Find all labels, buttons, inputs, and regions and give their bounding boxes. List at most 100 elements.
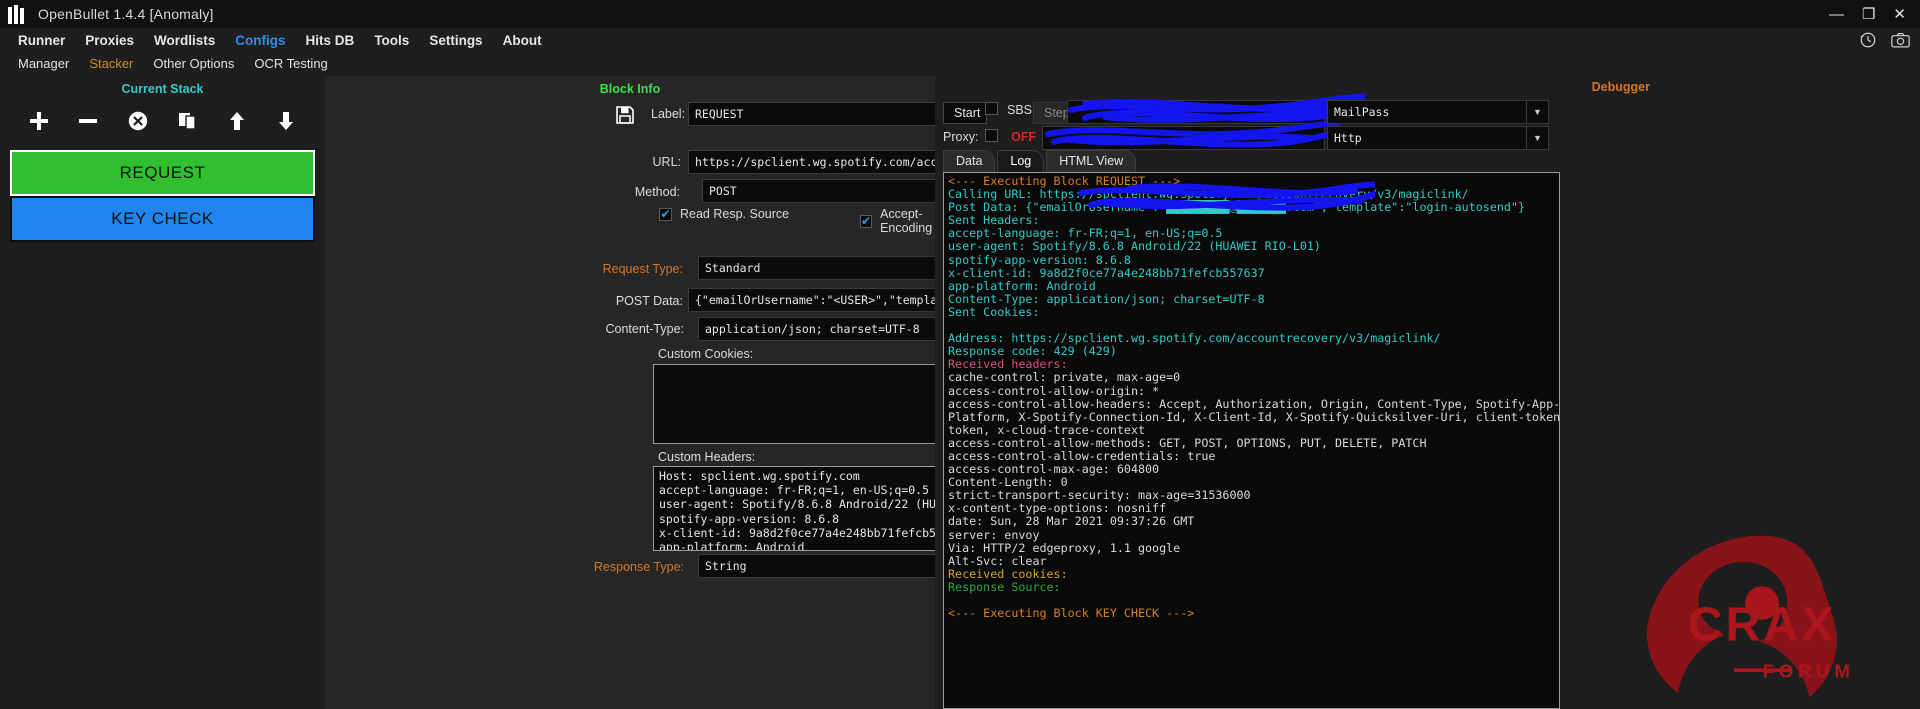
tab-data[interactable]: Data (943, 150, 995, 172)
window-controls: — ❐ ✕ (1829, 0, 1914, 28)
chevron-down-icon[interactable]: ▼ (1526, 127, 1548, 149)
menu-item-wordlists[interactable]: Wordlists (144, 33, 225, 48)
menu-item-runner[interactable]: Runner (8, 33, 75, 48)
log-line: Post Data: {"emailOrUsername":"█████████… (948, 201, 1555, 214)
log-line: Response Source: (948, 581, 1555, 594)
data-input[interactable] (1067, 100, 1325, 124)
menu-item-about[interactable]: About (493, 33, 552, 48)
proxy-type-value: Http (1328, 127, 1548, 149)
sbs-label: SBS (1007, 103, 1032, 117)
stack-block-label: KEY CHECK (111, 209, 213, 229)
tab-log[interactable]: Log (997, 150, 1044, 172)
log-line: Platform, X-Spotify-Connection-Id, X-Cli… (948, 411, 1555, 424)
read-resp-source-checkbox[interactable]: Read Resp. Source (659, 207, 789, 221)
content-type-caption: Content-Type: (592, 322, 684, 336)
stack-block-key-check[interactable]: KEY CHECK (10, 196, 315, 242)
log-line: access-control-allow-origin: * (948, 385, 1555, 398)
block-info-panel: Block Info Label: REQUEST URL: https://s… (325, 76, 935, 709)
app-logo-icon (8, 5, 24, 24)
log-line: Received cookies: (948, 568, 1555, 581)
move-up-button[interactable] (224, 108, 250, 134)
tab-html-view[interactable]: HTML View (1046, 150, 1136, 172)
tab-other-options[interactable]: Other Options (143, 56, 244, 71)
log-line: x-client-id: 9a8d2f0ce77a4e248bb71fefcb5… (948, 267, 1555, 280)
log-line: cache-control: private, max-age=0 (948, 371, 1555, 384)
block-info-header: Block Info (325, 82, 935, 96)
current-stack-panel: Current Stack REQUEST (0, 76, 325, 709)
response-type-caption: Response Type: (592, 560, 684, 574)
menu-item-hits-db[interactable]: Hits DB (296, 33, 365, 48)
proxy-input[interactable] (1042, 126, 1325, 150)
log-line: server: envoy (948, 529, 1555, 542)
main-menu: Runner Proxies Wordlists Configs Hits DB… (0, 28, 1920, 52)
log-line: Content-Type: application/json; charset=… (948, 293, 1555, 306)
stack-block-request[interactable]: REQUEST (10, 150, 315, 196)
stack-block-list: REQUEST KEY CHECK (10, 150, 315, 242)
menu-right-icons (1858, 30, 1910, 50)
debugger-log[interactable]: <--- Executing Block REQUEST --->Calling… (943, 172, 1560, 709)
stack-toolbar (0, 100, 325, 142)
svg-text:FORUM: FORUM (1763, 661, 1855, 682)
debugger-tabs: Data Log HTML View (943, 150, 1136, 172)
log-line: access-control-allow-headers: Accept, Au… (948, 398, 1555, 411)
accept-encoding-checkbox-box[interactable] (860, 215, 872, 228)
clone-block-button[interactable] (174, 108, 200, 134)
crax-forum-watermark: CRAX FORUM (1622, 527, 1902, 707)
accept-encoding-label: Accept-Encoding (880, 207, 935, 235)
menu-item-configs[interactable]: Configs (225, 33, 295, 48)
wordlist-type-value: MailPass (1328, 101, 1548, 123)
log-line: Alt-Svc: clear (948, 555, 1555, 568)
post-data-caption: POST Data: (597, 294, 683, 308)
proxy-state-label: OFF (1011, 130, 1036, 144)
remove-block-button[interactable] (75, 108, 101, 134)
log-line: Sent Cookies: (948, 306, 1555, 319)
move-down-button[interactable] (273, 108, 299, 134)
label-caption: Label: (651, 107, 681, 121)
svg-text:CRAX: CRAX (1688, 597, 1837, 651)
camera-icon[interactable] (1890, 30, 1910, 50)
step-button[interactable]: Step (1033, 102, 1071, 124)
log-line: access-control-allow-methods: GET, POST,… (948, 437, 1555, 450)
openbullet-window: OpenBullet 1.4.4 [Anomaly] — ❐ ✕ Runner … (0, 0, 1920, 709)
window-title: OpenBullet 1.4.4 [Anomaly] (38, 6, 214, 22)
proxy-checkbox[interactable] (985, 129, 998, 142)
log-line: spotify-app-version: 8.6.8 (948, 254, 1555, 267)
accept-encoding-checkbox[interactable]: Accept-Encoding (860, 207, 935, 235)
menu-item-tools[interactable]: Tools (364, 33, 419, 48)
start-button[interactable]: Start (943, 102, 987, 124)
close-button[interactable]: ✕ (1893, 7, 1906, 22)
minimize-button[interactable]: — (1829, 7, 1844, 22)
title-bar: OpenBullet 1.4.4 [Anomaly] — ❐ ✕ (0, 0, 1920, 28)
url-caption: URL: (647, 155, 681, 169)
stack-block-label: REQUEST (120, 163, 206, 183)
wordlist-type-select[interactable]: MailPass ▼ (1327, 100, 1549, 124)
debugger-header: Debugger (1592, 80, 1650, 94)
proxy-type-select[interactable]: Http ▼ (1327, 126, 1549, 150)
current-stack-header: Current Stack (0, 82, 325, 96)
log-line: app-platform: Android (948, 280, 1555, 293)
menu-item-settings[interactable]: Settings (419, 33, 492, 48)
tab-manager[interactable]: Manager (8, 56, 79, 71)
read-resp-source-label: Read Resp. Source (680, 207, 789, 221)
config-subtabs: Manager Stacker Other Options OCR Testin… (0, 52, 1920, 74)
custom-cookies-caption: Custom Cookies: (658, 347, 753, 361)
log-line: <--- Executing Block KEY CHECK ---> (948, 607, 1555, 620)
tab-ocr-testing[interactable]: OCR Testing (244, 56, 337, 71)
clock-history-icon[interactable] (1858, 30, 1878, 50)
chevron-down-icon[interactable]: ▼ (1526, 101, 1548, 123)
save-config-button[interactable] (615, 105, 637, 127)
delete-block-button[interactable] (125, 108, 151, 134)
tab-stacker[interactable]: Stacker (79, 56, 143, 71)
add-block-button[interactable] (26, 108, 52, 134)
log-line: Via: HTTP/2 edgeproxy, 1.1 google (948, 542, 1555, 555)
proxy-caption: Proxy: (943, 130, 978, 144)
read-resp-source-checkbox-box[interactable] (659, 208, 672, 221)
method-caption: Method: (630, 185, 680, 199)
menu-item-proxies[interactable]: Proxies (75, 33, 144, 48)
sbs-checkbox[interactable] (985, 102, 998, 115)
debugger-panel: Debugger Start SBS Step Data: Proxy: OFF (935, 76, 1920, 709)
log-line: token, x-cloud-trace-context (948, 424, 1555, 437)
maximize-button[interactable]: ❐ (1862, 7, 1875, 22)
request-type-caption: Request Type: (593, 262, 683, 276)
log-line: date: Sun, 28 Mar 2021 09:37:26 GMT (948, 515, 1555, 528)
